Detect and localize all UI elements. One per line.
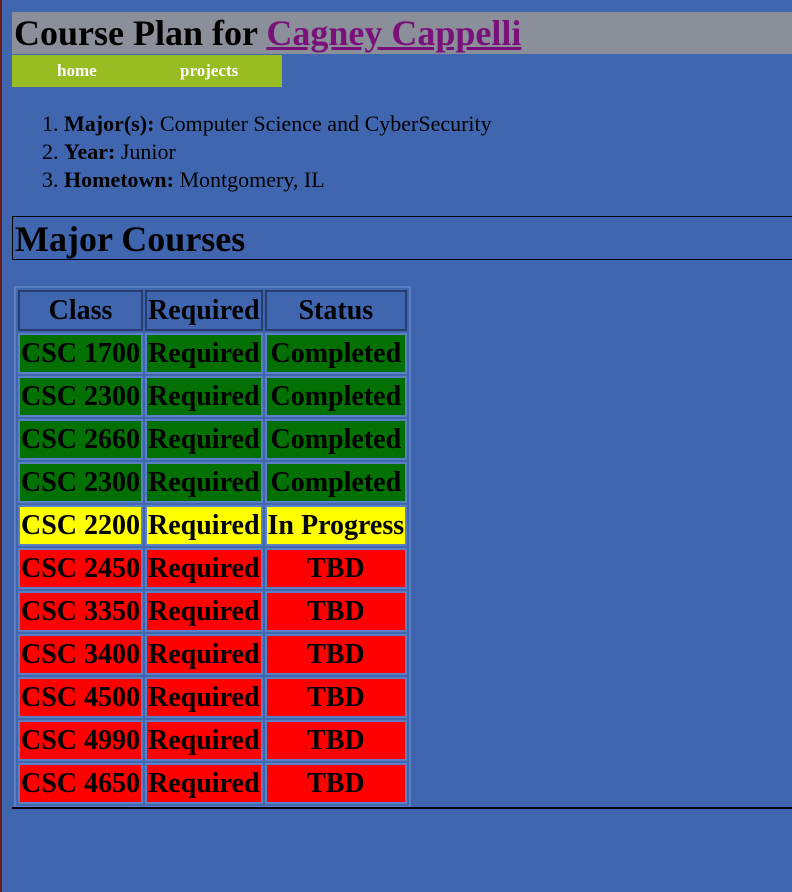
- info-label: Hometown:: [64, 167, 174, 192]
- cell-class: CSC 2300: [18, 376, 144, 417]
- nav-home-link[interactable]: home: [57, 61, 97, 81]
- cell-status: Completed: [264, 419, 408, 460]
- cell-status: TBD: [264, 677, 408, 718]
- cell-class: CSC 1700: [18, 333, 144, 374]
- info-item-year: Year: Junior: [64, 138, 492, 166]
- info-list: Major(s): Computer Science and CyberSecu…: [2, 110, 492, 194]
- table-row: CSC 2450 Required TBD: [18, 548, 408, 589]
- info-value: Montgomery, IL: [179, 167, 325, 192]
- table-row: CSC 2660 Required Completed: [18, 419, 408, 460]
- section-title: Major Courses: [15, 219, 246, 259]
- cell-required: Required: [145, 763, 263, 804]
- cell-required: Required: [145, 376, 263, 417]
- table-row: CSC 4990 Required TBD: [18, 720, 408, 761]
- info-value: Junior: [120, 139, 176, 164]
- cell-status: Completed: [264, 462, 408, 503]
- cell-status: TBD: [264, 634, 408, 675]
- cell-class: CSC 4650: [18, 763, 144, 804]
- cell-required: Required: [145, 505, 263, 546]
- column-header-required: Required: [145, 290, 263, 331]
- cell-class: CSC 2300: [18, 462, 144, 503]
- cell-status: TBD: [264, 548, 408, 589]
- cell-status: Completed: [264, 376, 408, 417]
- table-row: CSC 2300 Required Completed: [18, 462, 408, 503]
- page-header: Course Plan for Cagney Cappelli: [12, 12, 792, 54]
- cell-class: CSC 3350: [18, 591, 144, 632]
- cell-required: Required: [145, 462, 263, 503]
- section-header: Major Courses: [12, 216, 792, 260]
- cell-required: Required: [145, 548, 263, 589]
- cell-status: In Progress: [264, 505, 408, 546]
- cell-status: TBD: [264, 763, 408, 804]
- nav-projects-link[interactable]: projects: [180, 61, 238, 81]
- cell-required: Required: [145, 634, 263, 675]
- cell-class: CSC 2450: [18, 548, 144, 589]
- table-row: CSC 4650 Required TBD: [18, 763, 408, 804]
- info-label: Year:: [64, 139, 116, 164]
- cell-class: CSC 4990: [18, 720, 144, 761]
- cell-class: CSC 3400: [18, 634, 144, 675]
- table-header-row: Class Required Status: [18, 290, 408, 331]
- cell-required: Required: [145, 591, 263, 632]
- table-row: CSC 2200 Required In Progress: [18, 505, 408, 546]
- cell-class: CSC 4500: [18, 677, 144, 718]
- cell-required: Required: [145, 677, 263, 718]
- title-prefix: Course Plan for: [14, 13, 258, 53]
- table-row: CSC 4500 Required TBD: [18, 677, 408, 718]
- table-row: CSC 3400 Required TBD: [18, 634, 408, 675]
- cell-required: Required: [145, 419, 263, 460]
- cell-status: TBD: [264, 591, 408, 632]
- table-body: CSC 1700 Required Completed CSC 2300 Require…: [18, 333, 408, 804]
- info-item-major: Major(s): Computer Science and CyberSecu…: [64, 110, 492, 138]
- table-row: CSC 1700 Required Completed: [18, 333, 408, 374]
- info-label: Major(s):: [64, 111, 155, 136]
- courses-table: Class Required Status CSC 1700 Required Co…: [14, 286, 412, 808]
- cell-class: CSC 2660: [18, 419, 144, 460]
- info-item-hometown: Hometown: Montgomery, IL: [64, 166, 492, 194]
- cell-status: Completed: [264, 333, 408, 374]
- cell-class: CSC 2200: [18, 505, 144, 546]
- nav-bar: home projects: [12, 55, 282, 87]
- column-header-class: Class: [18, 290, 144, 331]
- table-row: CSC 2300 Required Completed: [18, 376, 408, 417]
- name-link[interactable]: Cagney Cappelli: [266, 13, 521, 53]
- cell-required: Required: [145, 720, 263, 761]
- info-value: Computer Science and CyberSecurity: [159, 111, 492, 136]
- table-row: CSC 3350 Required TBD: [18, 591, 408, 632]
- cell-status: TBD: [264, 720, 408, 761]
- column-header-status: Status: [264, 290, 408, 331]
- cell-required: Required: [145, 333, 263, 374]
- page-title: Course Plan for Cagney Cappelli: [12, 12, 792, 54]
- horizontal-rule: [12, 807, 792, 809]
